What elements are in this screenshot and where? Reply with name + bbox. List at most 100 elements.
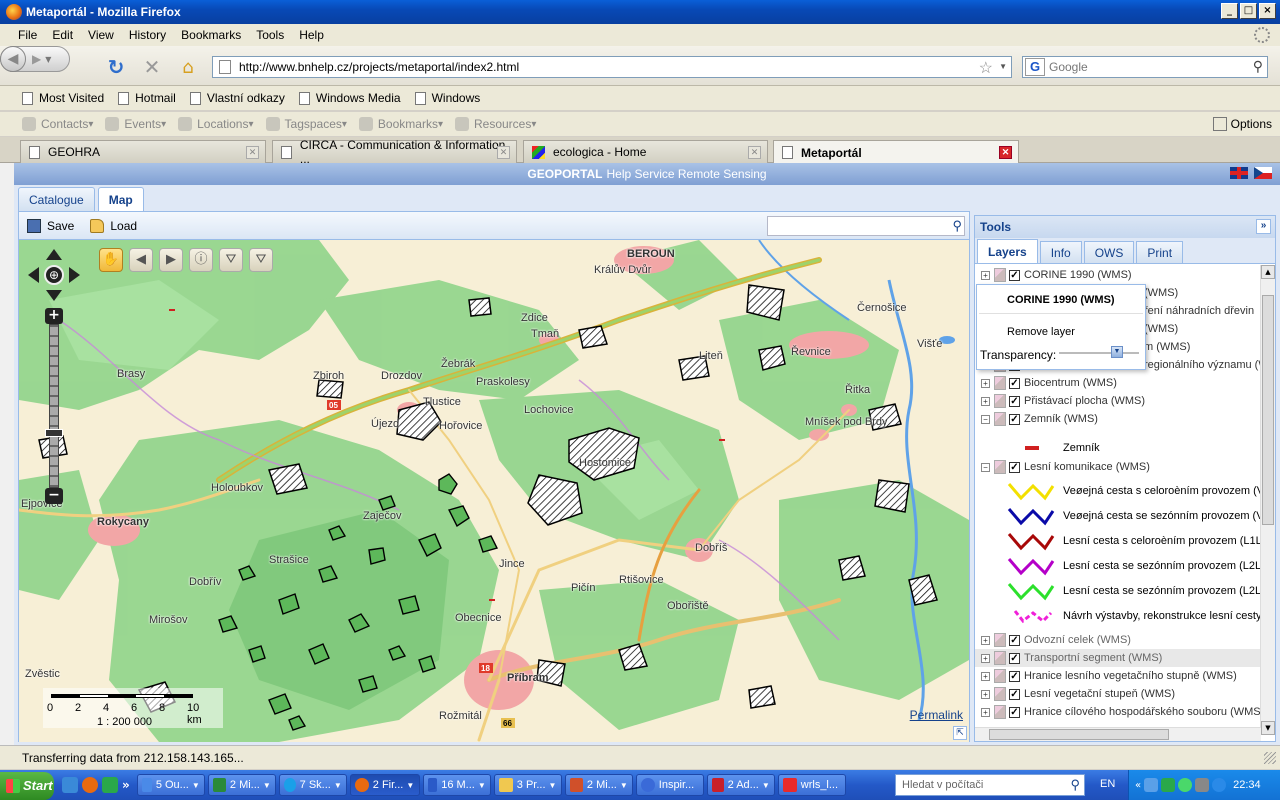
map-search-input[interactable]: ⚲ — [767, 216, 965, 236]
layer-row[interactable]: + ✓ Transportní segment (WMS) — [975, 649, 1261, 667]
desktop-search-input[interactable]: Hledat v počítači ⚲ — [895, 774, 1085, 796]
resize-grip-icon[interactable] — [1264, 752, 1276, 764]
bookmark-hotmail[interactable]: Hotmail — [118, 91, 176, 105]
skype-tray-icon[interactable] — [1212, 778, 1227, 792]
tray-expand-icon[interactable]: « — [1135, 780, 1141, 791]
layer-tree-hscroll[interactable] — [975, 727, 1261, 741]
ext-contacts[interactable]: Contacts ▾ — [22, 117, 93, 131]
scroll-up-icon[interactable]: ▲ — [1261, 265, 1275, 279]
search-bar[interactable]: G Google ⚲ — [1022, 56, 1268, 78]
layer-row[interactable]: + ✓ CORINE 1990 (WMS) — [975, 266, 1261, 284]
close-tab-icon[interactable]: ✕ — [748, 146, 761, 159]
expand-icon[interactable]: + — [981, 270, 990, 280]
globe-icon[interactable]: ⊕ — [44, 265, 64, 285]
layer-tree-vscroll[interactable]: ▲ ▼ — [1260, 265, 1275, 735]
taskbar-explorer[interactable]: 3 Pr... ▼ — [493, 774, 562, 796]
firefox-icon[interactable] — [82, 777, 98, 793]
close-tab-icon[interactable]: ✕ — [497, 146, 510, 159]
google-engine-icon[interactable]: G — [1025, 58, 1045, 76]
quicklaunch-app-icon[interactable] — [102, 777, 118, 793]
map-canvas[interactable]: 05 18 66 BEROUN Králův Dvůr Zdice Tmaň L… — [19, 240, 969, 742]
english-flag-icon[interactable] — [1230, 167, 1248, 179]
pan-hand-icon[interactable]: ✋ — [99, 248, 123, 272]
tab-info[interactable]: Info — [1039, 241, 1082, 263]
taskbar-inspiration[interactable]: Inspir... — [635, 774, 704, 796]
taskbar-skype[interactable]: 7 Sk... ▼ — [278, 774, 347, 796]
url-dropdown-icon[interactable]: ▼ — [999, 62, 1007, 71]
layer-checkbox[interactable]: ✓ — [1009, 461, 1020, 473]
tab-print[interactable]: Print — [1136, 241, 1184, 263]
scroll-down-icon[interactable]: ▼ — [1261, 721, 1275, 735]
scroll-thumb[interactable] — [989, 729, 1169, 740]
next-view-icon[interactable]: ▶ — [159, 248, 183, 272]
maximize-button[interactable]: □ — [1240, 3, 1257, 19]
layer-checkbox[interactable]: ✓ — [1009, 413, 1020, 425]
menu-edit[interactable]: Edit — [52, 28, 73, 42]
tab-catalogue[interactable]: Catalogue — [18, 187, 95, 211]
bookmark-vlastni-odkazy[interactable]: Vlastní odkazy — [189, 91, 285, 105]
permalink-link[interactable]: Permalink — [910, 708, 963, 722]
more-chevron-icon[interactable]: » — [122, 778, 130, 792]
tab-ecologica[interactable]: ecologica - Home ✕ — [523, 140, 768, 163]
collapse-icon[interactable]: − — [981, 462, 990, 472]
layer-row[interactable]: + ✓ Odvozní celek (WMS) — [975, 631, 1261, 649]
minimize-button[interactable]: _ — [1221, 3, 1238, 19]
ext-locations[interactable]: Locations ▾ — [178, 117, 254, 131]
tab-ows[interactable]: OWS — [1083, 241, 1135, 263]
language-indicator[interactable]: EN — [1100, 778, 1115, 790]
transparency-slider-handle[interactable]: ▼ — [1111, 346, 1123, 358]
quicklaunch-app-icon[interactable] — [62, 777, 78, 793]
url-bar[interactable]: http://www.bnhelp.cz/projects/metaportal… — [212, 56, 1012, 78]
zoom-in-button[interactable]: + — [45, 308, 63, 324]
zoom-slider[interactable] — [45, 324, 63, 488]
tab-circa[interactable]: CIRCA - Communication & Information ... ✕ — [272, 138, 517, 166]
info-icon[interactable]: ⓘ — [189, 248, 213, 272]
bookmark-windows-media[interactable]: Windows Media — [298, 91, 401, 105]
search-icon[interactable]: ⚲ — [952, 218, 962, 234]
tab-layers[interactable]: Layers — [977, 239, 1038, 263]
volume-icon[interactable] — [1195, 778, 1210, 792]
expand-icon[interactable]: + — [981, 378, 990, 388]
ext-events[interactable]: Events ▾ — [105, 117, 166, 131]
menu-help[interactable]: Help — [299, 28, 324, 42]
home-button[interactable]: ⌂ — [176, 56, 200, 78]
close-button[interactable]: × — [1259, 3, 1276, 19]
measure-area-icon[interactable]: ⛛ — [249, 248, 273, 272]
remove-layer-item[interactable]: Remove layer — [1007, 326, 1075, 338]
taskbar-firefox[interactable]: 2 Fir... ▼ — [349, 774, 420, 796]
taskbar-word[interactable]: 16 M... ▼ — [422, 774, 491, 796]
search-icon[interactable]: ⚲ — [1070, 777, 1080, 793]
expand-icon[interactable]: + — [981, 396, 990, 406]
layer-row[interactable]: + ✓ Biocentrum (WMS) — [975, 374, 1261, 392]
layer-row[interactable]: − ✓ Lesní komunikace (WMS) — [975, 458, 1261, 476]
load-button[interactable]: Load — [90, 218, 137, 233]
scroll-thumb[interactable] — [1262, 295, 1274, 525]
menu-view[interactable]: View — [88, 28, 114, 42]
expand-icon[interactable]: + — [981, 671, 990, 681]
menu-file[interactable]: File — [18, 28, 37, 42]
options-button[interactable]: Options — [1212, 117, 1272, 131]
menu-history[interactable]: History — [129, 28, 166, 42]
layer-checkbox[interactable]: ✓ — [1009, 269, 1020, 281]
taskbar-powerpoint[interactable]: 2 Mi... ▼ — [564, 774, 633, 796]
close-tab-icon[interactable]: ✕ — [246, 146, 259, 159]
transparency-slider[interactable]: ▼ — [1059, 346, 1139, 358]
previous-view-icon[interactable]: ◀ — [129, 248, 153, 272]
menu-tools[interactable]: Tools — [256, 28, 284, 42]
layer-row[interactable]: + ✓ Hranice cílového hospodářského souboru… — [975, 703, 1261, 721]
ext-resources[interactable]: Resources ▾ — [454, 117, 536, 131]
tab-map[interactable]: Map — [97, 187, 144, 211]
layer-row[interactable]: − ✓ Zemník (WMS) — [975, 410, 1261, 428]
tab-geohra[interactable]: GEOHRA ✕ — [20, 140, 266, 163]
layer-checkbox[interactable]: ✓ — [1009, 377, 1020, 389]
expand-icon[interactable]: + — [981, 635, 990, 645]
resize-icon[interactable]: ⇱ — [953, 726, 967, 740]
bookmark-most-visited[interactable]: Most Visited — [22, 91, 104, 105]
ext-tagspaces[interactable]: Tagspaces ▾ — [265, 117, 347, 131]
measure-length-icon[interactable]: ⛛ — [219, 248, 243, 272]
layer-checkbox[interactable]: ✓ — [1009, 395, 1020, 407]
search-icon[interactable]: ⚲ — [1253, 58, 1263, 75]
save-button[interactable]: Save — [27, 218, 74, 233]
layer-checkbox[interactable]: ✓ — [1009, 652, 1020, 664]
czech-flag-icon[interactable] — [1254, 167, 1272, 179]
